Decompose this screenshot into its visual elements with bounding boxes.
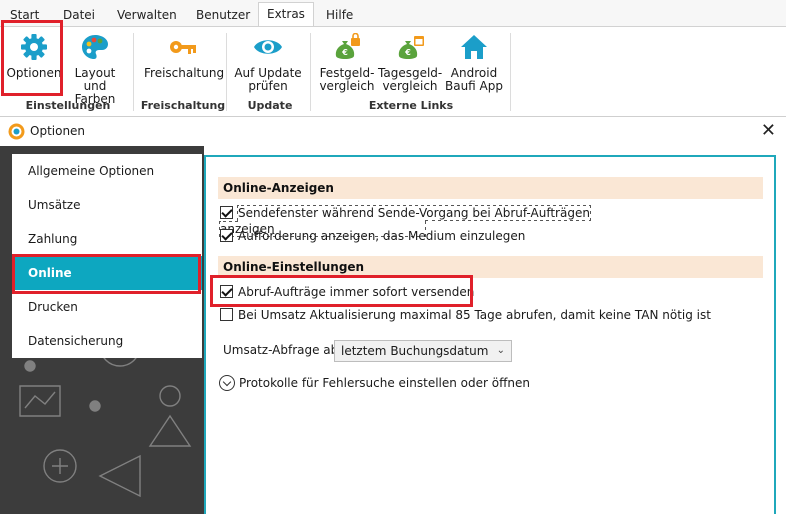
group-label-einstellungen: Einstellungen <box>25 99 111 112</box>
tab-extras[interactable]: Extras <box>258 2 314 27</box>
nav-item-umsaetze[interactable]: Umsätze <box>12 188 202 222</box>
checkbox-row-umsatz-85-tage[interactable]: Bei Umsatz Aktualisierung maximal 85 Tag… <box>220 307 711 325</box>
close-icon[interactable]: ✕ <box>761 121 776 141</box>
checkbox-row-aufforderung[interactable]: Aufforderung anzeigen, das Medium einzul… <box>220 228 525 246</box>
options-sidebar: Allgemeine Optionen Umsätze Zahlung Onli… <box>0 146 204 514</box>
festgeld-label-2: vergleich <box>319 79 375 93</box>
options-content-panel: Online-Anzeigen Sendefenster während Sen… <box>204 155 776 514</box>
android-baufi-app-button[interactable]: Android Baufi App <box>444 29 504 95</box>
checkbox-row-sendefenster[interactable]: Sendefenster während Sende-Vorgang bei A… <box>219 205 774 237</box>
checkbox-label-umsatz-85-tage: Bei Umsatz Aktualisierung maximal 85 Tag… <box>238 308 711 322</box>
update-label-2: prüfen <box>248 79 288 93</box>
section-online-anzeigen: Online-Anzeigen <box>218 177 763 199</box>
nav-item-allgemeine-optionen[interactable]: Allgemeine Optionen <box>12 154 202 188</box>
tagesgeld-label-2: vergleich <box>382 79 438 93</box>
key-icon <box>170 41 196 54</box>
highlight-abruf-sofort <box>210 275 473 307</box>
nav-item-zahlung[interactable]: Zahlung <box>12 222 202 256</box>
umsatz-abfrage-label: Umsatz-Abfrage ab <box>223 343 339 357</box>
app-logo-icon <box>8 123 25 140</box>
umsatz-abfrage-select[interactable]: letztem Buchungsdatum ⌄ <box>334 340 512 362</box>
money-bag-calendar-icon: € <box>398 36 424 59</box>
freischaltung-label: Freischaltung <box>144 66 225 80</box>
highlight-online <box>12 254 201 294</box>
ribbon-separator <box>133 33 134 111</box>
dialog-title-bar: Optionen ✕ <box>0 116 786 146</box>
nav-item-drucken[interactable]: Drucken <box>12 290 202 324</box>
ribbon-tabs: Start Datei Verwalten Benutzer Extras Hi… <box>0 0 786 27</box>
ribbon-body: Optionen Layout und Farben Freischaltung… <box>0 26 786 115</box>
group-label-freischaltung: Freischaltung <box>140 99 226 112</box>
freischaltung-button[interactable]: Freischaltung <box>144 29 225 95</box>
tagesgeld-vergleich-button[interactable]: € Tagesgeld- vergleich <box>378 29 442 95</box>
ribbon-separator <box>226 33 227 111</box>
group-label-externe-links: Externe Links <box>368 99 454 112</box>
checkbox-sendefenster[interactable] <box>220 206 233 219</box>
checkbox-aufforderung[interactable] <box>220 229 233 242</box>
protokolle-expander[interactable]: Protokolle für Fehlersuche einstellen od… <box>219 374 530 392</box>
nav-item-datensicherung[interactable]: Datensicherung <box>12 324 202 358</box>
house-icon <box>461 35 487 59</box>
money-bag-lock-icon: € <box>335 33 360 59</box>
tab-verwalten[interactable]: Verwalten <box>109 4 185 26</box>
svg-text:€: € <box>404 48 411 57</box>
chevron-down-icon: ⌄ <box>496 345 505 356</box>
palette-icon <box>82 35 108 59</box>
checkbox-label-aufforderung: Aufforderung anzeigen, das Medium einzul… <box>238 229 526 243</box>
update-pruefen-button[interactable]: Auf Update prüfen <box>233 29 303 95</box>
eye-icon <box>254 40 282 54</box>
umsatz-abfrage-value: letztem Buchungsdatum <box>341 344 489 358</box>
tab-benutzer[interactable]: Benutzer <box>188 4 258 26</box>
protokolle-label: Protokolle für Fehlersuche einstellen od… <box>239 376 530 390</box>
group-label-update: Update <box>247 99 293 112</box>
dialog-title: Optionen <box>30 124 86 138</box>
ribbon: Start Datei Verwalten Benutzer Extras Hi… <box>0 0 786 115</box>
dialog-right-edge <box>776 146 786 514</box>
expand-circle-icon[interactable] <box>219 374 235 391</box>
svg-text:€: € <box>341 48 348 57</box>
highlight-optionen <box>1 20 63 96</box>
android-label-2: Baufi App <box>444 79 503 93</box>
tab-hilfe[interactable]: Hilfe <box>318 4 361 26</box>
checkbox-umsatz-85-tage[interactable] <box>220 308 233 321</box>
ribbon-separator <box>510 33 511 111</box>
festgeld-vergleich-button[interactable]: € Festgeld- vergleich <box>316 29 378 95</box>
layout-label-1: Layout und <box>74 66 116 93</box>
ribbon-separator <box>310 33 311 111</box>
layout-farben-button[interactable]: Layout und Farben <box>63 29 127 106</box>
